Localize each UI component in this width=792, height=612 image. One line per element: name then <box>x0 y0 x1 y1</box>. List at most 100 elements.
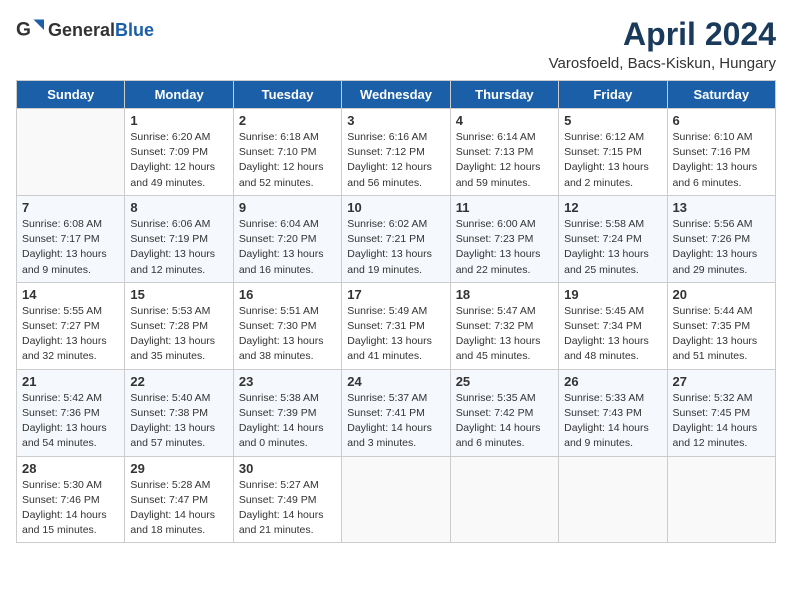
day-number: 6 <box>673 113 770 128</box>
day-info: Sunrise: 5:45 AMSunset: 7:34 PMDaylight:… <box>564 304 661 365</box>
calendar-week-5: 28 Sunrise: 5:30 AMSunset: 7:46 PMDayligh… <box>17 456 776 543</box>
calendar-cell: 29Sunrise: 5:28 AMSunset: 7:47 PMDayligh… <box>125 456 233 543</box>
day-info: Sunrise: 5:55 AMSunset: 7:27 PMDaylight:… <box>22 304 119 365</box>
day-info: Sunrise: 5:28 AMSunset: 7:47 PMDaylight:… <box>130 478 227 539</box>
day-number: 18 <box>456 287 553 302</box>
calendar-cell: 17 Sunrise: 5:49 AMSunset: 7:31 PMDayligh… <box>342 282 450 369</box>
calendar-cell: 21Sunrise: 5:42 AMSunset: 7:36 PMDayligh… <box>17 369 125 456</box>
day-number: 14 <box>22 287 119 302</box>
day-number: 16 <box>239 287 336 302</box>
calendar-cell <box>667 456 775 543</box>
calendar-cell: 15Sunrise: 5:53 AMSunset: 7:28 PMDayligh… <box>125 282 233 369</box>
calendar-cell: 24 Sunrise: 5:37 AMSunset: 7:41 PMDayligh… <box>342 369 450 456</box>
day-info: Sunrise: 5:42 AMSunset: 7:36 PMDaylight:… <box>22 391 119 452</box>
calendar-cell: 4 Sunrise: 6:14 AMSunset: 7:13 PMDaylight… <box>450 109 558 196</box>
calendar-table: SundayMondayTuesdayWednesdayThursdayFrid… <box>16 80 776 543</box>
day-number: 19 <box>564 287 661 302</box>
calendar-cell <box>342 456 450 543</box>
day-info: Sunrise: 6:14 AMSunset: 7:13 PMDaylight:… <box>456 130 553 191</box>
day-info: Sunrise: 5:37 AMSunset: 7:41 PMDaylight:… <box>347 391 444 452</box>
day-number: 3 <box>347 113 444 128</box>
calendar-cell: 9 Sunrise: 6:04 AMSunset: 7:20 PMDaylight… <box>233 195 341 282</box>
day-number: 12 <box>564 200 661 215</box>
day-number: 11 <box>456 200 553 215</box>
day-number: 28 <box>22 461 119 476</box>
day-number: 13 <box>673 200 770 215</box>
weekday-header-row: SundayMondayTuesdayWednesdayThursdayFrid… <box>17 81 776 109</box>
calendar-cell: 30Sunrise: 5:27 AMSunset: 7:49 PMDayligh… <box>233 456 341 543</box>
weekday-header-wednesday: Wednesday <box>342 81 450 109</box>
calendar-cell: 13Sunrise: 5:56 AMSunset: 7:26 PMDayligh… <box>667 195 775 282</box>
calendar-cell: 20 Sunrise: 5:44 AMSunset: 7:35 PMDayligh… <box>667 282 775 369</box>
calendar-cell: 25Sunrise: 5:35 AMSunset: 7:42 PMDayligh… <box>450 369 558 456</box>
weekday-header-thursday: Thursday <box>450 81 558 109</box>
weekday-header-tuesday: Tuesday <box>233 81 341 109</box>
day-info: Sunrise: 6:00 AMSunset: 7:23 PMDaylight:… <box>456 217 553 278</box>
day-number: 20 <box>673 287 770 302</box>
day-info: Sunrise: 6:04 AMSunset: 7:20 PMDaylight:… <box>239 217 336 278</box>
calendar-cell: 6 Sunrise: 6:10 AMSunset: 7:16 PMDaylight… <box>667 109 775 196</box>
location-title: Varosfoeld, Bacs-Kiskun, Hungary <box>549 55 776 72</box>
day-number: 2 <box>239 113 336 128</box>
calendar-body: 1 Sunrise: 6:20 AMSunset: 7:09 PMDaylight… <box>17 109 776 543</box>
day-info: Sunrise: 5:33 AMSunset: 7:43 PMDaylight:… <box>564 391 661 452</box>
day-info: Sunrise: 5:32 AMSunset: 7:45 PMDaylight:… <box>673 391 770 452</box>
day-number: 8 <box>130 200 227 215</box>
calendar-cell <box>17 109 125 196</box>
calendar-cell: 1 Sunrise: 6:20 AMSunset: 7:09 PMDaylight… <box>125 109 233 196</box>
day-number: 23 <box>239 374 336 389</box>
day-info: Sunrise: 5:58 AMSunset: 7:24 PMDaylight:… <box>564 217 661 278</box>
logo: G GeneralBlue <box>16 16 154 44</box>
day-info: Sunrise: 5:51 AMSunset: 7:30 PMDaylight:… <box>239 304 336 365</box>
day-number: 9 <box>239 200 336 215</box>
calendar-cell: 5 Sunrise: 6:12 AMSunset: 7:15 PMDaylight… <box>559 109 667 196</box>
calendar-cell: 23 Sunrise: 5:38 AMSunset: 7:39 PMDayligh… <box>233 369 341 456</box>
day-info: Sunrise: 5:47 AMSunset: 7:32 PMDaylight:… <box>456 304 553 365</box>
calendar-cell: 12 Sunrise: 5:58 AMSunset: 7:24 PMDayligh… <box>559 195 667 282</box>
day-info: Sunrise: 6:12 AMSunset: 7:15 PMDaylight:… <box>564 130 661 191</box>
day-info: Sunrise: 6:06 AMSunset: 7:19 PMDaylight:… <box>130 217 227 278</box>
calendar-cell: 22Sunrise: 5:40 AMSunset: 7:38 PMDayligh… <box>125 369 233 456</box>
page-header: G GeneralBlue April 2024 Varosfoeld, Bac… <box>16 16 776 72</box>
day-number: 17 <box>347 287 444 302</box>
calendar-week-3: 14 Sunrise: 5:55 AMSunset: 7:27 PMDayligh… <box>17 282 776 369</box>
svg-text:G: G <box>16 19 31 40</box>
weekday-header-monday: Monday <box>125 81 233 109</box>
calendar-cell: 11 Sunrise: 6:00 AMSunset: 7:23 PMDayligh… <box>450 195 558 282</box>
weekday-header-saturday: Saturday <box>667 81 775 109</box>
day-number: 5 <box>564 113 661 128</box>
day-info: Sunrise: 5:44 AMSunset: 7:35 PMDaylight:… <box>673 304 770 365</box>
day-info: Sunrise: 5:49 AMSunset: 7:31 PMDaylight:… <box>347 304 444 365</box>
day-number: 26 <box>564 374 661 389</box>
day-number: 15 <box>130 287 227 302</box>
day-info: Sunrise: 6:20 AMSunset: 7:09 PMDaylight:… <box>130 130 227 191</box>
month-title: April 2024 <box>549 16 776 53</box>
logo-general: General <box>48 20 115 40</box>
generalblue-logo-icon: G <box>16 16 44 44</box>
calendar-week-4: 21Sunrise: 5:42 AMSunset: 7:36 PMDayligh… <box>17 369 776 456</box>
weekday-header-sunday: Sunday <box>17 81 125 109</box>
day-info: Sunrise: 5:30 AMSunset: 7:46 PMDaylight:… <box>22 478 119 539</box>
calendar-cell: 3 Sunrise: 6:16 AMSunset: 7:12 PMDaylight… <box>342 109 450 196</box>
day-number: 10 <box>347 200 444 215</box>
calendar-cell: 27Sunrise: 5:32 AMSunset: 7:45 PMDayligh… <box>667 369 775 456</box>
title-block: April 2024 Varosfoeld, Bacs-Kiskun, Hung… <box>549 16 776 72</box>
day-info: Sunrise: 5:40 AMSunset: 7:38 PMDaylight:… <box>130 391 227 452</box>
logo-blue: Blue <box>115 20 154 40</box>
calendar-header: SundayMondayTuesdayWednesdayThursdayFrid… <box>17 81 776 109</box>
calendar-cell: 2Sunrise: 6:18 AMSunset: 7:10 PMDaylight… <box>233 109 341 196</box>
day-number: 1 <box>130 113 227 128</box>
day-number: 4 <box>456 113 553 128</box>
day-info: Sunrise: 6:16 AMSunset: 7:12 PMDaylight:… <box>347 130 444 191</box>
logo-text: GeneralBlue <box>48 20 154 41</box>
day-number: 24 <box>347 374 444 389</box>
day-info: Sunrise: 5:38 AMSunset: 7:39 PMDaylight:… <box>239 391 336 452</box>
day-info: Sunrise: 6:02 AMSunset: 7:21 PMDaylight:… <box>347 217 444 278</box>
calendar-week-1: 1 Sunrise: 6:20 AMSunset: 7:09 PMDaylight… <box>17 109 776 196</box>
day-number: 30 <box>239 461 336 476</box>
calendar-cell: 26 Sunrise: 5:33 AMSunset: 7:43 PMDayligh… <box>559 369 667 456</box>
calendar-week-2: 7Sunrise: 6:08 AMSunset: 7:17 PMDaylight… <box>17 195 776 282</box>
day-info: Sunrise: 6:10 AMSunset: 7:16 PMDaylight:… <box>673 130 770 191</box>
calendar-cell: 16 Sunrise: 5:51 AMSunset: 7:30 PMDayligh… <box>233 282 341 369</box>
day-number: 7 <box>22 200 119 215</box>
